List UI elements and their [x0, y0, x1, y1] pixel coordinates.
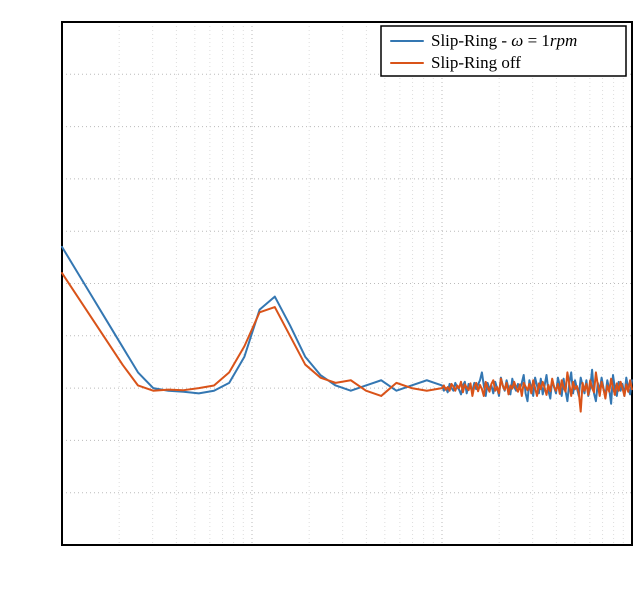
- legend-label-1: Slip-Ring - ω = 1rpm: [431, 31, 577, 50]
- line-chart: Slip-Ring - ω = 1rpm Slip-Ring off: [0, 0, 644, 590]
- legend-label-2: Slip-Ring off: [431, 53, 521, 72]
- series-line-2: [62, 273, 632, 412]
